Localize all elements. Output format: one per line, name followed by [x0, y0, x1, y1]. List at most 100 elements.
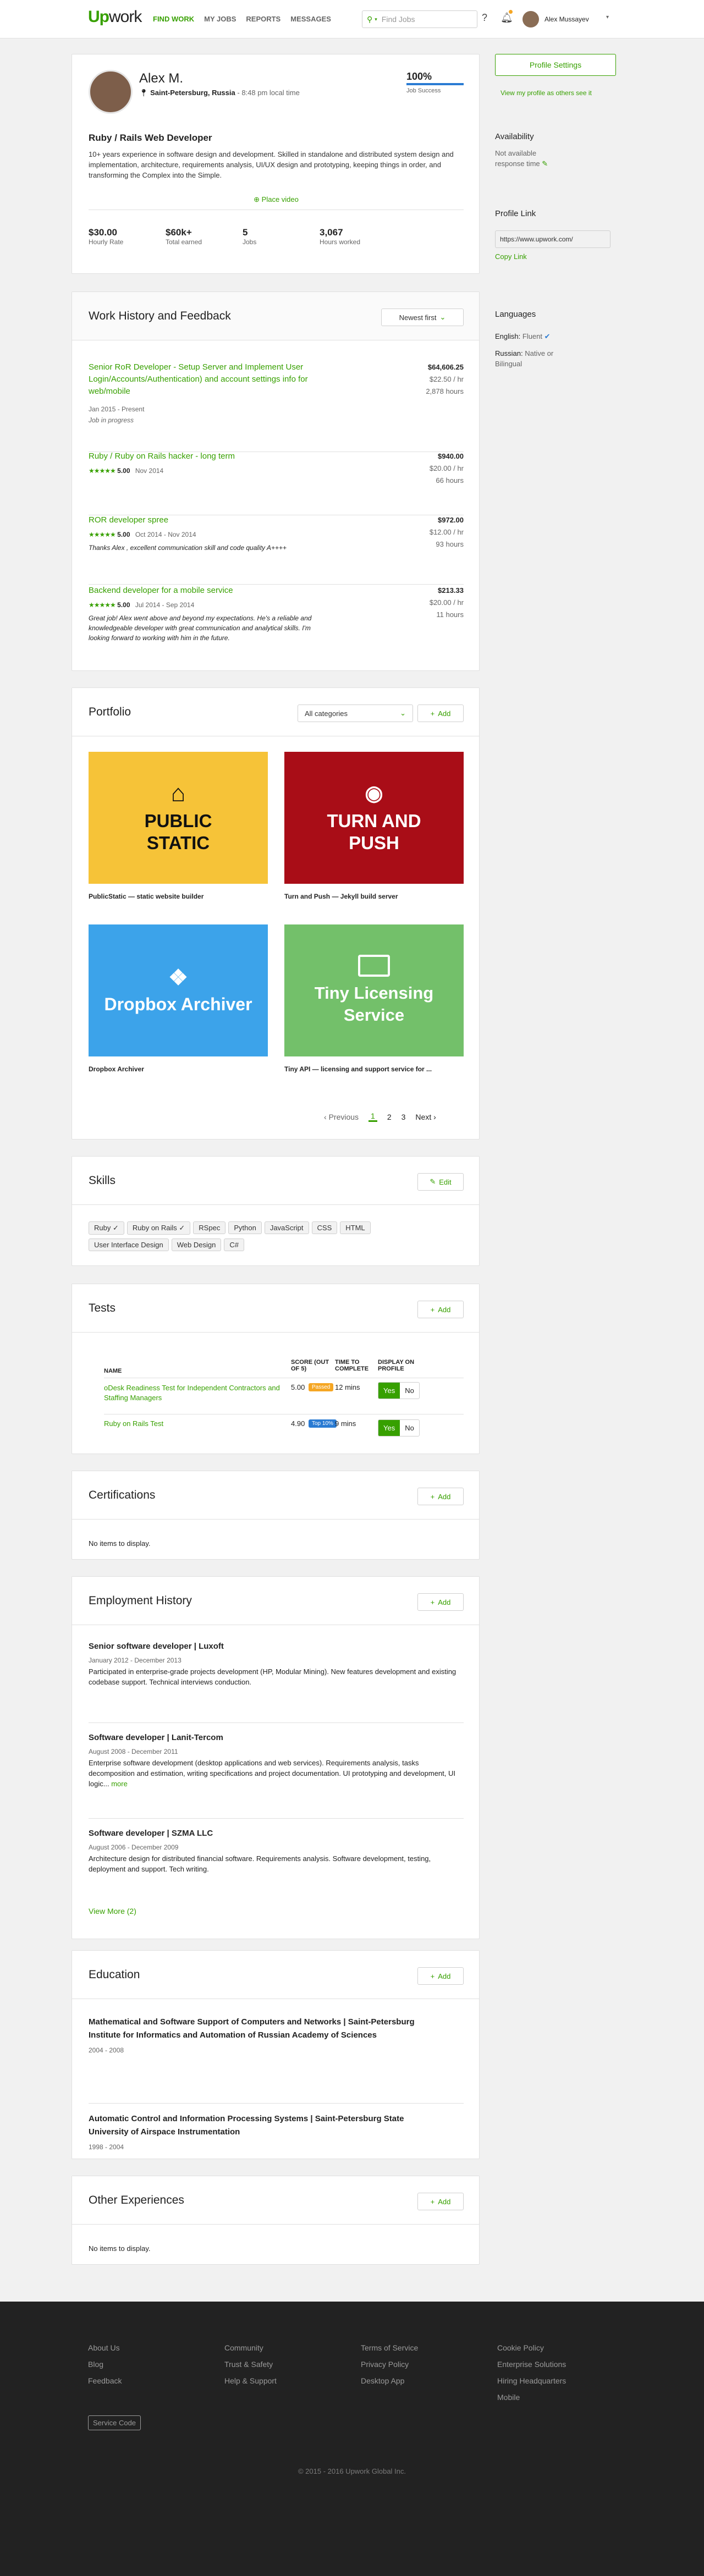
view-profile-as-others-link[interactable]: View my profile as others see it	[501, 89, 592, 97]
job-title-link[interactable]: Ruby / Ruby on Rails hacker - long term	[89, 450, 331, 463]
sort-dropdown[interactable]: Newest first ⌄	[381, 309, 464, 326]
upwork-logo[interactable]: Upwork	[88, 8, 142, 26]
footer-link[interactable]: Privacy Policy	[361, 2356, 418, 2373]
skills-list: Ruby ✓ Ruby on Rails ✓ RSpec Python JavaScri…	[89, 1221, 419, 1255]
user-avatar[interactable]	[522, 11, 539, 27]
skill-tag[interactable]: Python	[228, 1221, 262, 1234]
nav-reports[interactable]: REPORTS	[246, 15, 280, 23]
add-test-button[interactable]: + Add	[417, 1301, 464, 1318]
skill-tag[interactable]: User Interface Design	[89, 1239, 169, 1251]
portfolio-tile-tiny-licensing[interactable]: Tiny Licensing Service	[284, 924, 464, 1056]
add-certification-button[interactable]: + Add	[417, 1488, 464, 1505]
job-item: Backend developer for a mobile service $…	[89, 585, 464, 642]
footer-link[interactable]: Desktop App	[361, 2373, 418, 2389]
user-name[interactable]: Alex Mussayev	[544, 15, 589, 23]
copy-link-button[interactable]: Copy Link	[495, 252, 610, 261]
plus-icon: +	[430, 709, 435, 718]
nav-find-work[interactable]: FIND WORK	[153, 15, 194, 23]
portfolio-caption[interactable]: PublicStatic — static website builder	[89, 893, 204, 900]
footer-link[interactable]: Community	[224, 2340, 277, 2356]
language-russian: Russian:	[495, 349, 523, 357]
add-other-experience-button[interactable]: + Add	[417, 2193, 464, 2210]
nav-my-jobs[interactable]: MY JOBS	[204, 15, 236, 23]
footer-link[interactable]: Cookie Policy	[497, 2340, 566, 2356]
skill-tag[interactable]: JavaScript	[264, 1221, 309, 1234]
footer-link[interactable]: Trust & Safety	[224, 2356, 277, 2373]
notification-bell-icon[interactable]: 🔔︎	[501, 12, 513, 24]
user-menu-chevron-icon[interactable]: ▾	[606, 14, 609, 20]
skill-tag[interactable]: HTML	[340, 1221, 371, 1234]
read-more-link[interactable]: more	[111, 1780, 128, 1788]
view-more-employment-link[interactable]: View More (2)	[89, 1907, 136, 1916]
footer-link[interactable]: Terms of Service	[361, 2340, 418, 2356]
add-education-button[interactable]: + Add	[417, 1967, 464, 1985]
profile-settings-button[interactable]: Profile Settings	[495, 54, 616, 76]
chevron-down-icon: ⌄	[439, 313, 446, 321]
footer-link[interactable]: Blog	[88, 2356, 122, 2373]
edit-availability-icon[interactable]: ✎	[542, 159, 548, 168]
stat-hourly-rate: $30.00 Hourly Rate	[89, 227, 124, 246]
job-title-link[interactable]: Senior RoR Developer - Setup Server and …	[89, 361, 331, 398]
portfolio-tile-turn-and-push[interactable]: ◉ TURN AND PUSH	[284, 752, 464, 884]
search-input[interactable]: ⚲ ▾ Find Jobs	[362, 10, 477, 28]
copyright: © 2015 - 2016 Upwork Global Inc.	[298, 2467, 406, 2475]
footer-link[interactable]: About Us	[88, 2340, 122, 2356]
skill-tag[interactable]: RSpec	[193, 1221, 226, 1234]
footer-link[interactable]: Help & Support	[224, 2373, 277, 2389]
edit-skills-button[interactable]: ✎ Edit	[417, 1173, 464, 1191]
play-video-icon[interactable]: ⊕	[254, 195, 260, 203]
help-icon[interactable]: ?	[482, 12, 487, 24]
place-video-link[interactable]: Place video	[262, 195, 299, 203]
footer-link[interactable]: Hiring Headquarters	[497, 2373, 566, 2389]
job-item: ROR developer spree $972.00 $12.00 / hr 93…	[89, 514, 464, 585]
page-2[interactable]: 2	[387, 1113, 392, 1121]
language-english: English:	[495, 332, 521, 340]
footer-column: Cookie Policy Enterprise Solutions Hirin…	[497, 2340, 566, 2406]
job-success-bar	[406, 83, 464, 85]
portfolio-tile-public-static[interactable]: ⌂ PUBLIC STATIC	[89, 752, 268, 884]
education-item: Mathematical and Software Support of Com…	[89, 2016, 464, 2104]
search-icon: ⚲	[367, 14, 373, 24]
plus-icon: +	[430, 1492, 435, 1501]
footer-link[interactable]: Enterprise Solutions	[497, 2356, 566, 2373]
job-feedback: Great job! Alex went above and beyond my…	[89, 614, 312, 642]
col-header-display: DISPLAY ON PROFILE	[378, 1359, 415, 1372]
add-portfolio-button[interactable]: + Add	[417, 704, 464, 722]
profile-photo[interactable]	[89, 70, 133, 114]
skill-tag[interactable]: C#	[224, 1239, 244, 1251]
search-scope-chevron-icon[interactable]: ▾	[375, 16, 377, 23]
profile-local-time: - 8:48 pm local time	[237, 89, 300, 97]
portfolio-caption[interactable]: Dropbox Archiver	[89, 1065, 144, 1073]
job-title-link[interactable]: ROR developer spree	[89, 514, 331, 526]
footer-link[interactable]: Mobile	[497, 2389, 566, 2406]
skill-tag[interactable]: Ruby on Rails ✓	[127, 1221, 191, 1235]
nav-messages[interactable]: MESSAGES	[290, 15, 331, 23]
skill-tag[interactable]: Web Design	[171, 1239, 222, 1251]
job-title-link[interactable]: Backend developer for a mobile service	[89, 585, 331, 597]
skill-tag[interactable]: Ruby ✓	[89, 1221, 124, 1235]
page-1[interactable]: 1	[369, 1111, 377, 1122]
rating-stars: ★★★★★	[89, 531, 116, 538]
test-name-link[interactable]: Ruby on Rails Test	[104, 1419, 280, 1428]
display-toggle[interactable]: Yes No	[378, 1382, 420, 1399]
profile-link-field[interactable]: https://www.upwork.com/	[495, 230, 610, 248]
test-name-link[interactable]: oDesk Readiness Test for Independent Con…	[104, 1383, 280, 1403]
pagination-previous[interactable]: ‹ Previous	[324, 1113, 359, 1121]
languages-section: Languages English: Fluent ✔ Russian: Nat…	[495, 310, 566, 369]
portfolio-caption[interactable]: Tiny API — licensing and support service…	[284, 1065, 432, 1073]
job-success-label: Job Success	[406, 87, 441, 94]
skill-tag[interactable]: CSS	[311, 1221, 338, 1234]
pagination-next[interactable]: Next ›	[415, 1113, 436, 1121]
job-item: Senior RoR Developer - Setup Server and …	[89, 361, 464, 452]
page-3[interactable]: 3	[402, 1113, 406, 1121]
service-code-button[interactable]: Service Code	[88, 2415, 141, 2430]
portfolio-caption[interactable]: Turn and Push — Jekyll build server	[284, 893, 398, 900]
footer-link[interactable]: Feedback	[88, 2373, 122, 2389]
add-employment-button[interactable]: + Add	[417, 1593, 464, 1611]
col-header-time: TIME TO COMPLETE	[335, 1359, 369, 1372]
portfolio-tile-dropbox-archiver[interactable]: ❖ Dropbox Archiver	[89, 924, 268, 1056]
skills-card: Skills ✎ Edit Ruby ✓ Ruby on Rails ✓ RSpec P…	[72, 1156, 480, 1266]
display-toggle[interactable]: Yes No	[378, 1419, 420, 1436]
employment-item: Software developer | SZMA LLC August 200…	[89, 1829, 431, 1873]
category-dropdown[interactable]: All categories ⌄	[298, 704, 413, 722]
